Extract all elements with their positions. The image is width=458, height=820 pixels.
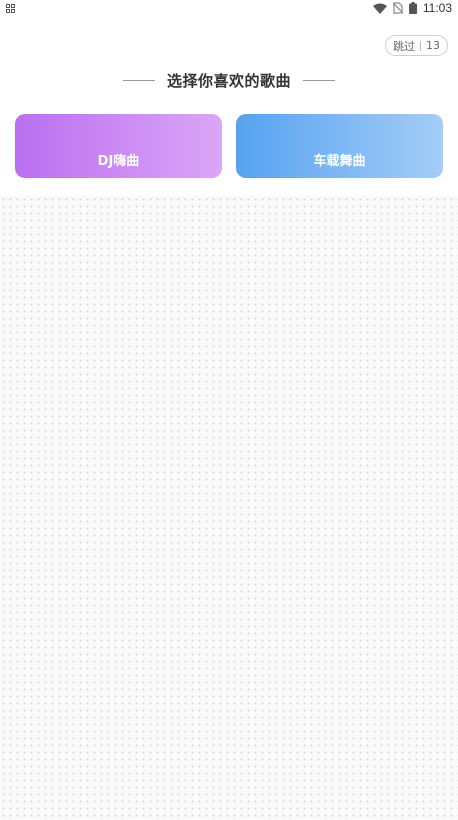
- page-title: 选择你喜欢的歌曲: [166, 71, 291, 90]
- genre-card-car[interactable]: 车载舞曲: [236, 114, 443, 178]
- skip-divider: [420, 40, 421, 51]
- battery-icon: [408, 2, 417, 14]
- status-time: 11:03: [422, 1, 452, 15]
- status-bar: 11:03: [0, 0, 458, 16]
- skip-countdown: 13: [426, 39, 440, 52]
- title-line-left: [122, 79, 155, 81]
- title-row: 选择你喜欢的歌曲: [0, 68, 458, 92]
- genre-card-label: 车载舞曲: [313, 154, 366, 169]
- genre-card-label: DJ嗨曲: [97, 154, 140, 169]
- status-right: 11:03: [372, 1, 452, 15]
- status-left: [6, 3, 15, 13]
- wifi-icon: [372, 3, 387, 14]
- no-sim-icon: [392, 2, 403, 14]
- skip-button[interactable]: 跳过 13: [385, 35, 448, 56]
- title-line-right: [303, 79, 335, 81]
- screen: 11:03 跳过 13 选择你喜欢的歌曲 DJ嗨曲 车载舞曲: [0, 0, 458, 820]
- skip-label: 跳过: [393, 39, 415, 53]
- genre-card-dj[interactable]: DJ嗨曲: [15, 114, 222, 178]
- qr-icon: [6, 3, 15, 13]
- content-area: [0, 196, 458, 820]
